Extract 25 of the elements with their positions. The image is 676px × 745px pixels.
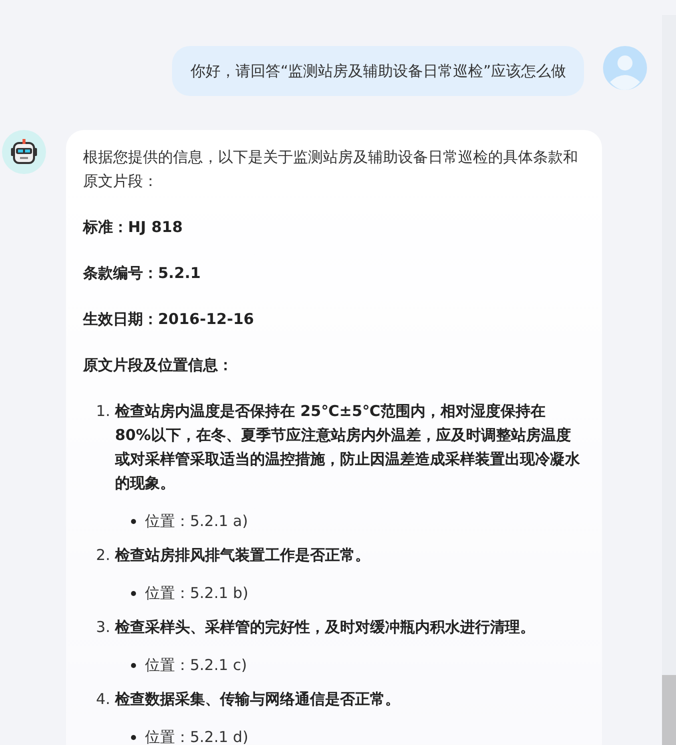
location-text: 位置：5.2.1 b): [145, 583, 248, 604]
section-heading: 原文片段及位置信息：: [83, 355, 234, 376]
intro-text: 根据您提供的信息，以下是关于监测站房及辅助设备日常巡检的具体条款和原文片段：: [83, 147, 579, 192]
list-number: 3.: [96, 617, 111, 638]
user-message: 你好，请回答“监测站房及辅助设备日常巡检”应该怎么做: [172, 46, 584, 96]
item-text: 检查站房内温度是否保持在 25℃±5℃范围内，相对湿度保持在 80%以下，在冬、夏季节应注意站房内外温差，应及时调整站房温度或对采样管采取适当的温控措施，防止因温差造成采样装置出现冷凝水的现象。: [115, 401, 581, 494]
user-avatar-icon: [603, 46, 647, 90]
scrollbar-thumb[interactable]: [662, 675, 676, 745]
list-number: 2.: [96, 545, 111, 566]
bullet-icon: [131, 590, 136, 596]
scrollbar[interactable]: [662, 15, 676, 745]
field-text: 生效日期：2016-12-16: [83, 309, 255, 330]
bullet-icon: [131, 518, 136, 524]
item-text: 检查站房排风排气装置工作是否正常。: [115, 545, 370, 566]
field-text: 标准：HJ 818: [83, 217, 184, 238]
location-text: 位置：5.2.1 c): [145, 655, 248, 676]
location-text: 位置：5.2.1 a): [145, 511, 248, 532]
bullet-icon: [131, 662, 136, 668]
item-text: 检查数据采集、传输与网络通信是否正常。: [115, 689, 400, 710]
location-text: 位置：5.2.1 d): [145, 727, 248, 745]
list-number: 4.: [96, 689, 111, 710]
list-number: 1.: [96, 401, 111, 422]
item-text: 检查采样头、采样管的完好性，及时对缓冲瓶内积水进行清理。: [115, 617, 535, 638]
field-text: 条款编号：5.2.1: [83, 263, 202, 284]
bullet-icon: [131, 734, 136, 740]
